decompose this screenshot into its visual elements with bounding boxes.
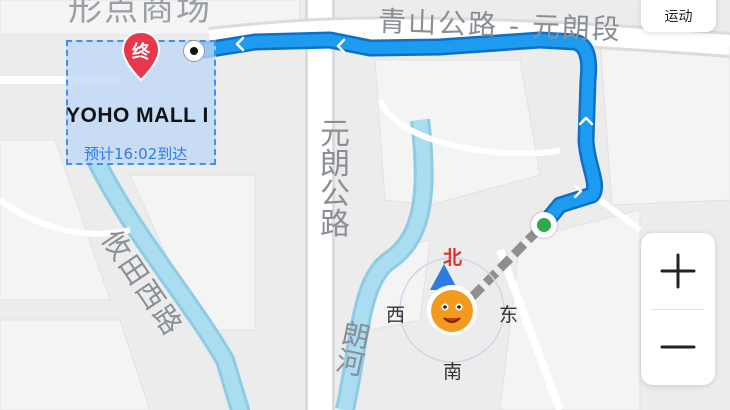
sport-mode-label: 运动 — [664, 9, 693, 25]
destination-pin-label: 终 — [132, 42, 150, 63]
route-end-marker — [183, 40, 205, 62]
zoom-out-button[interactable] — [641, 309, 715, 385]
label-road-qingshan: 青山公路 - 元朗段 — [377, 4, 623, 47]
minus-icon — [660, 345, 696, 349]
destination-name: YOHO MALL I — [66, 104, 209, 127]
zoom-controls — [641, 233, 715, 385]
compass-south: 南 — [443, 361, 463, 383]
eta-label: 预计16:02到达 — [84, 145, 188, 163]
plus-icon — [660, 253, 696, 289]
label-mall-partial: 形点商场 — [68, 0, 212, 29]
label-road-yuenlong: 元朗公路 — [320, 117, 352, 242]
destination-pin[interactable]: 终 — [121, 30, 161, 82]
compass-east: 东 — [499, 304, 519, 326]
sport-mode-button[interactable]: 运动 — [641, 0, 716, 32]
zoom-in-button[interactable] — [641, 233, 715, 309]
compass-north: 北 — [443, 247, 463, 269]
route-start-marker — [531, 212, 557, 238]
compass-west: 西 — [386, 304, 406, 326]
